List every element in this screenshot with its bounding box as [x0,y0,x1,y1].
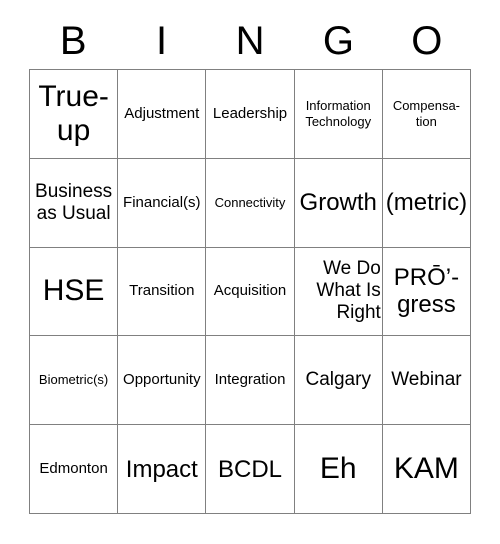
bingo-header-letter-n: N [206,18,294,64]
bingo-header-letter-g: G [294,18,382,64]
bingo-cell[interactable]: Eh [294,425,383,514]
bingo-cell-label: KAM [393,452,459,486]
bingo-cell-label: Biometric(s) [38,372,109,388]
bingo-cell-label: Financial(s) [123,193,201,211]
bingo-cell-label: Edmonton [39,460,108,478]
bingo-cell[interactable]: PRŌ’- gress [382,247,472,337]
bingo-cell[interactable]: True- up [30,70,119,159]
bingo-cell-label: HSE [42,274,105,308]
bingo-cell[interactable]: Webinar [382,336,472,426]
bingo-cell-label: Acquisition [213,282,287,300]
bingo-cell-label: Adjustment [124,104,200,122]
bingo-cell[interactable]: Calgary [294,336,383,426]
bingo-cell-label: True- up [38,79,109,147]
bingo-cell-label: Information Technology [305,97,372,129]
bingo-cell[interactable]: Connectivity [206,158,295,248]
bingo-cell-label: Impact [125,455,198,483]
bingo-cell-label: Opportunity [123,371,201,389]
bingo-header-row: B I N G O [29,18,471,64]
bingo-cell-label: Integration [214,371,286,389]
bingo-cell[interactable]: Leadership [206,70,295,159]
header-letter-text: I [156,19,168,63]
bingo-cell[interactable]: Edmonton [30,425,119,514]
header-letter-text: N [235,19,265,63]
bingo-cell[interactable]: KAM [382,425,472,514]
bingo-cell[interactable]: Impact [118,425,207,514]
header-letter-text: B [59,19,87,63]
bingo-cell[interactable]: BCDL [206,425,295,514]
bingo-cell-label: Eh [319,452,357,486]
bingo-header-letter-o: O [383,18,471,64]
bingo-cell-label: We Do What Is Right [316,258,381,324]
bingo-cell[interactable]: Adjustment [118,70,207,159]
bingo-cell-label: PRŌ’- gress [393,264,460,319]
bingo-cell-label: Webinar [391,369,462,391]
bingo-header-letter-i: I [117,18,205,64]
bingo-cell-label: Transition [129,282,195,300]
bingo-cell[interactable]: Biometric(s) [30,336,119,426]
bingo-cell[interactable]: HSE [30,247,119,337]
bingo-row: True- up Adjustment Leadership Information … [30,70,472,159]
bingo-cell[interactable]: Transition [118,247,207,337]
bingo-header-letter-b: B [29,18,117,64]
bingo-cell[interactable]: We Do What Is Right [294,247,383,337]
bingo-row: Edmonton Impact BCDL Eh KAM [30,425,472,514]
bingo-cell[interactable]: Opportunity [118,336,207,426]
bingo-cell-label: Growth [299,189,377,217]
bingo-cell[interactable]: Integration [206,336,295,426]
bingo-cell-label: Compensa- tion [392,97,461,129]
bingo-cell-label: (metric) [385,189,468,217]
header-letter-text: G [322,19,354,63]
bingo-cell-label: Business as Usual [35,180,113,224]
bingo-cell[interactable]: Information Technology [294,70,383,159]
bingo-cell[interactable]: Acquisition [206,247,295,337]
bingo-cell[interactable]: (metric) [382,158,472,248]
bingo-cell[interactable]: Financial(s) [118,158,207,248]
bingo-cell-label: Connectivity [214,194,286,210]
bingo-grid: True- up Adjustment Leadership Information … [29,69,472,514]
bingo-row: Business as Usual Financial(s) Connectivit… [30,158,472,248]
bingo-cell[interactable]: Business as Usual [30,158,119,248]
bingo-cell[interactable]: Compensa- tion [382,70,472,159]
bingo-cell-label: Leadership [212,104,288,122]
bingo-cell-label: Calgary [305,369,371,391]
bingo-cell[interactable]: Growth [294,158,383,248]
header-letter-text: O [411,19,443,63]
bingo-row: Biometric(s) Opportunity Integration Calgar… [30,336,472,426]
bingo-cell-label: BCDL [217,455,283,483]
bingo-row: HSE Transition Acquisition We Do What Is Ri… [30,247,472,337]
bingo-card: B I N G O True- up Adjustment Leadership In… [0,0,500,544]
